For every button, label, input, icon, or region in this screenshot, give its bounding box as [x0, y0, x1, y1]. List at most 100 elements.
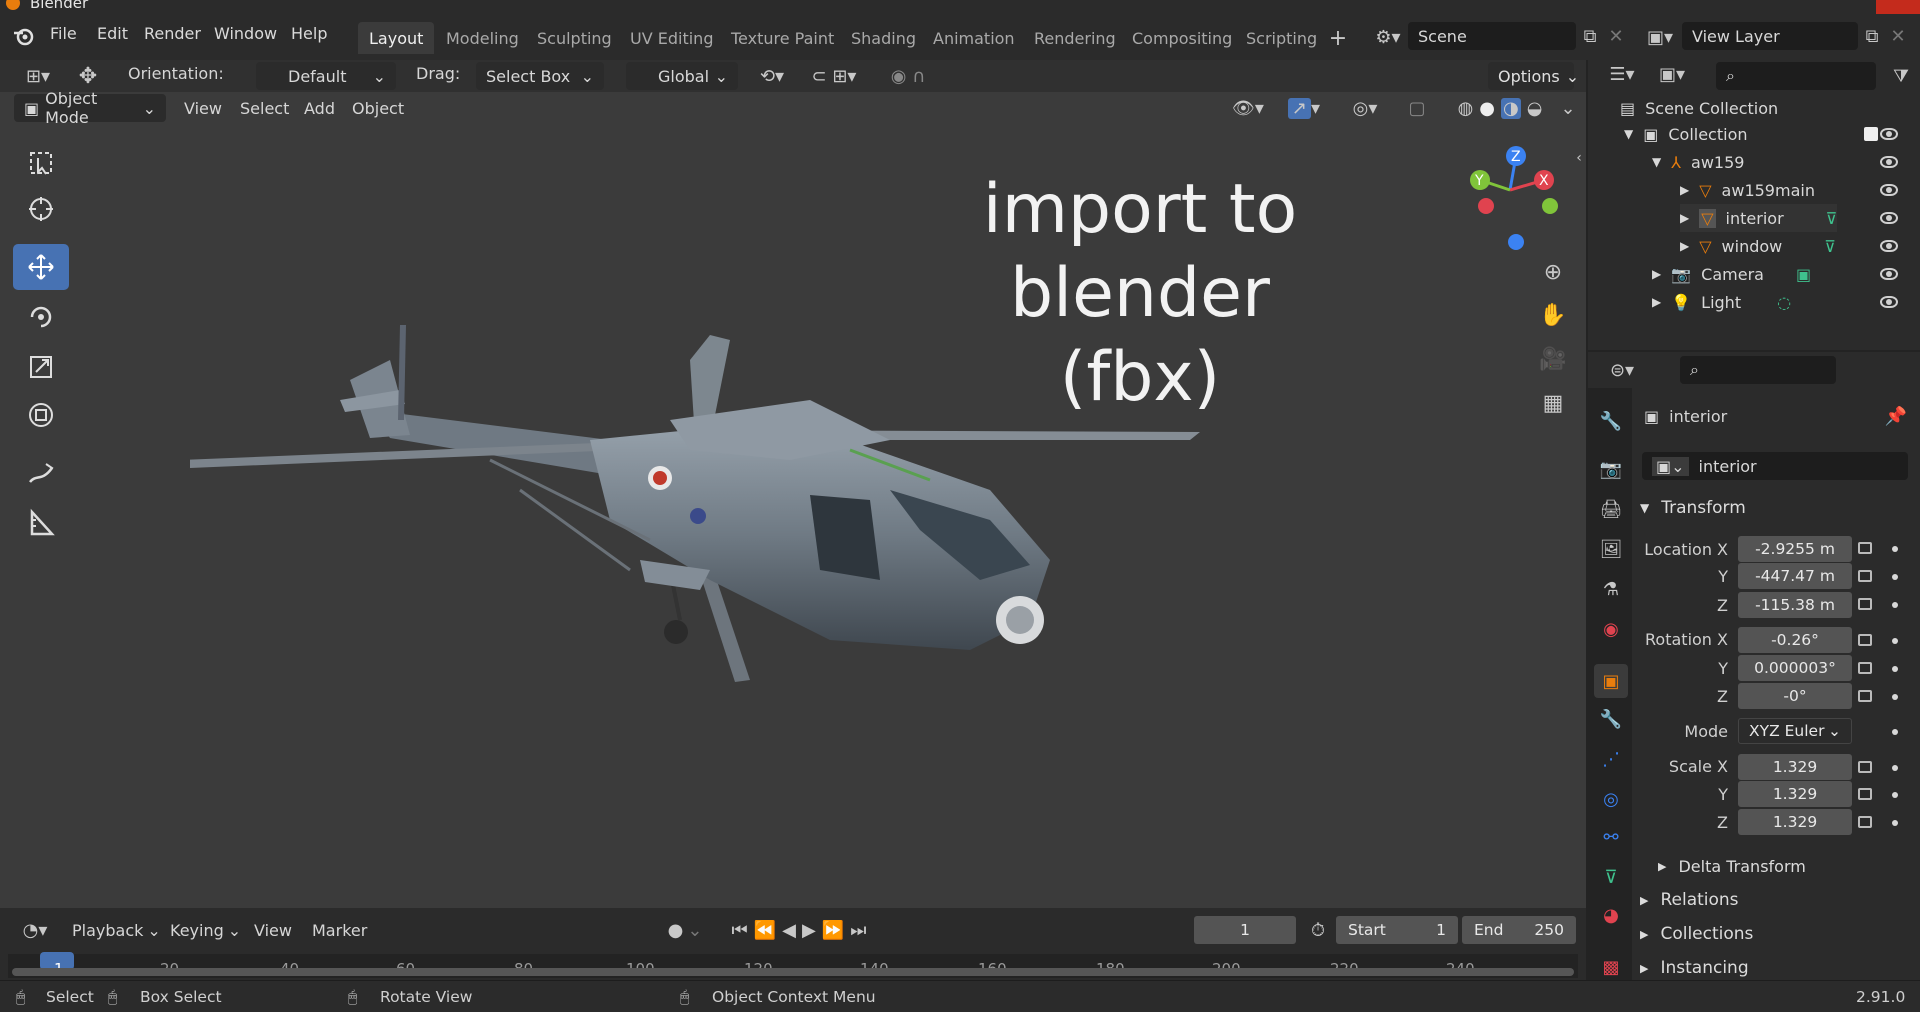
timeline-editor-type-icon[interactable]: ◔▾ [14, 916, 56, 944]
next-keyframe-icon[interactable]: ⏩ [822, 920, 850, 941]
transform-panel-header[interactable]: ▼ Transform [1640, 494, 1746, 522]
location-x-field[interactable]: -2.9255 m [1738, 536, 1852, 562]
tab-modeling[interactable]: Modeling [435, 22, 530, 54]
transform-orientation-dropdown[interactable]: Global ⌄ [626, 62, 738, 90]
tab-layout[interactable]: Layout [358, 22, 435, 54]
rotate-tool-icon[interactable] [13, 294, 69, 340]
wireframe-shading-icon[interactable]: ◍ [1458, 98, 1474, 119]
tool-properties-icon[interactable]: 🔧 [1596, 406, 1626, 436]
location-y-field[interactable]: -447.47 m [1738, 563, 1852, 589]
eye-icon[interactable] [1880, 268, 1898, 280]
editor-type-icon[interactable]: ⊞▾ [18, 62, 58, 90]
rotation-y-field[interactable]: 0.000003° [1738, 655, 1852, 681]
proportional-editing-icon[interactable]: ◉ ∩ [878, 62, 938, 90]
options-dropdown[interactable]: Options ⌄ [1488, 62, 1579, 90]
eye-icon[interactable] [1880, 128, 1898, 140]
instancing-panel-header[interactable]: ▶ Instancing [1640, 954, 1749, 982]
select-box-tool-icon[interactable] [13, 140, 69, 186]
lock-icon[interactable] [1858, 662, 1872, 674]
material-properties-icon[interactable]: ◕ [1596, 900, 1626, 930]
eye-icon[interactable] [1880, 184, 1898, 196]
helicopter-model[interactable] [182, 320, 1230, 744]
keyframe-dot-icon[interactable] [1892, 574, 1898, 580]
outliner-item-collection[interactable]: ▼ ▣ Collection [1624, 120, 1920, 148]
gizmo-toggle-icon[interactable]: ↗ ▾ [1276, 94, 1332, 122]
viewport-menu-select[interactable]: Select [240, 99, 289, 118]
maximize-button[interactable] [1832, 0, 1876, 14]
stopwatch-icon[interactable]: ⏱ [1306, 916, 1330, 944]
shading-options-chevron-icon[interactable]: ⌄ [1558, 94, 1578, 122]
annotate-tool-icon[interactable] [13, 450, 69, 496]
keyframe-dot-icon[interactable] [1892, 765, 1898, 771]
outliner-item-interior[interactable]: ▶ ▽ interior ⊽ [1680, 204, 1838, 232]
tab-texture-paint[interactable]: Texture Paint [720, 22, 845, 54]
delete-scene-icon[interactable]: ✕ [1604, 24, 1628, 48]
outliner-search-input[interactable]: ⌕ [1716, 62, 1876, 90]
frame-start-field[interactable]: Start 1 [1336, 916, 1458, 944]
outliner-item-camera[interactable]: ▶ 📷 Camera ▣ [1652, 260, 1811, 288]
overlays-toggle-icon[interactable]: ◎▾ [1340, 94, 1390, 122]
lock-icon[interactable] [1858, 761, 1872, 773]
timeline-scrollbar[interactable] [12, 968, 1574, 976]
menu-render[interactable]: Render [144, 24, 201, 43]
properties-search-input[interactable]: ⌕ [1680, 356, 1836, 384]
minimize-button[interactable] [1788, 0, 1832, 14]
add-workspace-icon[interactable]: + [1326, 26, 1350, 51]
properties-editor-type-icon[interactable]: ⊜▾ [1598, 356, 1646, 384]
viewport-menu-add[interactable]: Add [304, 99, 335, 118]
menu-edit[interactable]: Edit [97, 24, 128, 43]
scale-y-field[interactable]: 1.329 [1738, 781, 1852, 807]
lock-icon[interactable] [1858, 570, 1872, 582]
cursor-tool-icon[interactable] [13, 186, 69, 232]
transform-tool-icon[interactable] [13, 392, 69, 438]
navigation-gizmo[interactable]: Z X Y [1450, 140, 1570, 260]
close-window-button[interactable] [1876, 0, 1920, 14]
new-view-layer-icon[interactable]: ⧉ [1860, 24, 1884, 48]
menu-help[interactable]: Help [291, 24, 327, 43]
lock-icon[interactable] [1858, 542, 1872, 554]
measure-tool-icon[interactable] [13, 500, 69, 546]
delta-transform-header[interactable]: ▶ Delta Transform [1658, 852, 1806, 880]
camera-view-icon[interactable]: 🎥 [1536, 342, 1570, 376]
texture-properties-icon[interactable]: ▩ [1596, 952, 1626, 982]
viewport-menu-view[interactable]: View [184, 99, 222, 118]
tab-rendering[interactable]: Rendering [1023, 22, 1127, 54]
scene-selector-icon[interactable]: ⚙▾ [1368, 24, 1408, 50]
tab-shading[interactable]: Shading [840, 22, 927, 54]
menu-window[interactable]: Window [214, 24, 277, 43]
collections-panel-header[interactable]: ▶ Collections [1640, 920, 1753, 948]
snap-icon[interactable]: ⊂ ⊞▾ [798, 62, 870, 90]
view-layer-field[interactable]: View Layer [1682, 22, 1858, 50]
pan-hand-icon[interactable]: ✋ [1536, 298, 1570, 332]
pivot-point-icon[interactable]: ⟲▾ [750, 62, 794, 90]
tab-animation[interactable]: Animation [922, 22, 1026, 54]
keyframe-dot-icon[interactable] [1892, 666, 1898, 672]
keyframe-dot-icon[interactable] [1892, 638, 1898, 644]
xray-toggle-icon[interactable]: ▢ [1404, 94, 1430, 122]
keyframe-dot-icon[interactable] [1892, 694, 1898, 700]
checkbox-icon[interactable] [1864, 127, 1878, 141]
eye-icon[interactable] [1880, 156, 1898, 168]
object-name-field[interactable]: ▣⌄ interior [1642, 452, 1908, 480]
tab-uv-editing[interactable]: UV Editing [619, 22, 724, 54]
timeline-menu-playback[interactable]: Playback ⌄ [72, 916, 161, 944]
outliner-item-aw159[interactable]: ▼ ⅄ aw159 [1652, 148, 1744, 176]
jump-start-icon[interactable]: ⏮ [732, 920, 754, 941]
jump-end-icon[interactable]: ⏭ [850, 920, 872, 941]
eye-icon[interactable] [1880, 240, 1898, 252]
scale-tool-icon[interactable] [13, 344, 69, 390]
delete-view-layer-icon[interactable]: ✕ [1886, 24, 1910, 48]
keyframe-dot-icon[interactable] [1892, 820, 1898, 826]
timeline-menu-marker[interactable]: Marker [312, 921, 367, 940]
lock-icon[interactable] [1858, 598, 1872, 610]
blender-menu-icon[interactable] [12, 24, 36, 48]
rotation-z-field[interactable]: -0° [1738, 683, 1852, 709]
sidebar-toggle-icon[interactable]: ‹ [1572, 148, 1586, 168]
location-z-field[interactable]: -115.38 m [1738, 592, 1852, 618]
output-properties-icon[interactable]: 🖨 [1596, 494, 1626, 524]
tab-sculpting[interactable]: Sculpting [526, 22, 623, 54]
solid-shading-icon[interactable]: ● [1479, 98, 1495, 119]
keyframe-dot-icon[interactable] [1892, 602, 1898, 608]
lock-icon[interactable] [1858, 690, 1872, 702]
record-keyframe-icon[interactable]: ● ⌄ [662, 916, 708, 944]
